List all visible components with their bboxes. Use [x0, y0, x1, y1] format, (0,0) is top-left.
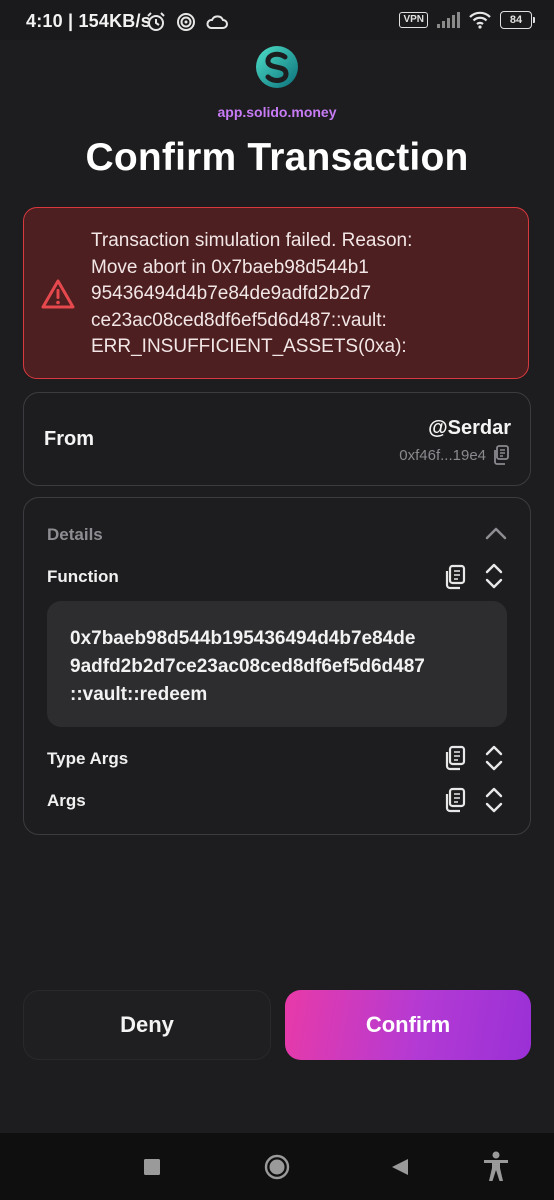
- copy-icon[interactable]: [443, 787, 467, 813]
- details-title: Details: [47, 525, 103, 544]
- error-banner: Transaction simulation failed. Reason: M…: [23, 207, 529, 379]
- status-left-icons: [146, 12, 228, 32]
- from-label: From: [44, 428, 94, 450]
- error-message: Transaction simulation failed. Reason: M…: [91, 228, 521, 361]
- target-icon: [177, 13, 195, 31]
- vpn-badge: VPN: [399, 12, 428, 28]
- from-address-row: 0xf46f...19e4: [399, 445, 510, 465]
- type-args-label: Type Args: [47, 749, 129, 768]
- copy-icon[interactable]: [443, 745, 467, 771]
- status-bar: 4:10 | 154KB/s VPN 84: [0, 0, 554, 40]
- back-triangle-icon[interactable]: [390, 1157, 410, 1177]
- solido-logo-icon: [256, 46, 298, 88]
- function-value-line: 0x7baeb98d544b195436494d4b7e84de: [70, 628, 416, 649]
- from-account-name: @Serdar: [428, 417, 511, 439]
- expand-icon[interactable]: [483, 562, 505, 590]
- expand-icon[interactable]: [483, 786, 505, 814]
- function-label: Function: [47, 567, 119, 586]
- function-value-box: 0x7baeb98d544b195436494d4b7e84de 9adfd2b…: [47, 601, 507, 727]
- recents-square-icon[interactable]: [143, 1158, 161, 1176]
- function-value-line: 9adfd2b2d7ce23ac08ced8df6ef5d6d487: [70, 656, 425, 677]
- signal-icon: [437, 12, 460, 28]
- cloud-icon: [206, 15, 228, 29]
- site-url: app.solido.money: [217, 104, 337, 120]
- function-value-line: ::vault::redeem: [70, 684, 208, 705]
- from-card: From @Serdar 0xf46f...19e4: [23, 392, 531, 486]
- warning-icon: [41, 279, 75, 309]
- error-line: Move abort in 0x7baeb98d544b1: [91, 256, 369, 278]
- status-time-speed: 4:10 | 154KB/s: [26, 11, 151, 31]
- error-line: 95436494d4b7e84de9adfd2b2d7: [91, 283, 372, 304]
- deny-button[interactable]: Deny: [23, 990, 271, 1060]
- home-circle-icon[interactable]: [264, 1154, 290, 1180]
- alarm-icon: [147, 12, 165, 31]
- expand-icon[interactable]: [483, 744, 505, 772]
- accessibility-icon[interactable]: [482, 1151, 510, 1183]
- battery-indicator: 84: [500, 11, 535, 29]
- details-card: Details Function 0x7baeb98d544b195436494…: [23, 497, 531, 835]
- status-right-icons: VPN 84: [399, 11, 535, 29]
- error-line: ERR_INSUFFICIENT_ASSETS(0xa):: [91, 336, 407, 357]
- from-address: 0xf46f...19e4: [399, 446, 486, 464]
- page-title: Confirm Transaction: [85, 136, 469, 179]
- confirm-button[interactable]: Confirm: [285, 990, 531, 1060]
- error-line: ce23ac08ced8df6ef5d6d487::vault:: [91, 309, 387, 331]
- error-line: Transaction simulation failed. Reason:: [91, 230, 413, 251]
- navigation-bar: [0, 1133, 554, 1200]
- wifi-icon: [469, 11, 491, 29]
- copy-icon[interactable]: [443, 564, 467, 590]
- copy-icon[interactable]: [492, 445, 510, 465]
- args-label: Args: [47, 791, 86, 810]
- chevron-up-icon[interactable]: [484, 523, 508, 543]
